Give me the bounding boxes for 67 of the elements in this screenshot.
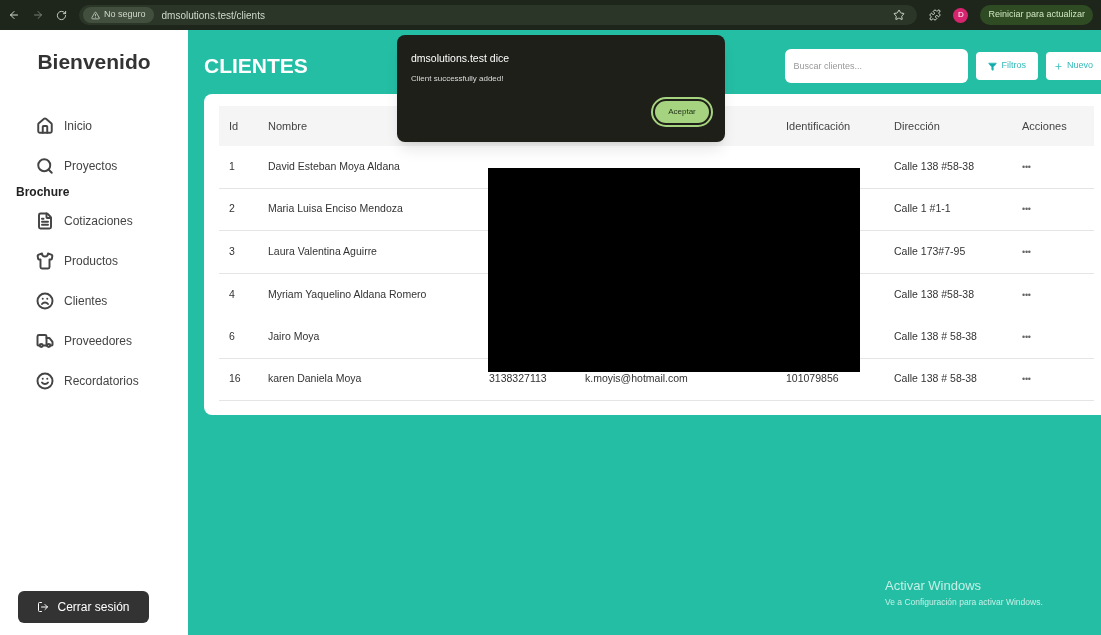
search-icon [36, 156, 54, 175]
back-icon[interactable] [8, 9, 20, 21]
table-cell: 16 [229, 372, 241, 385]
actions-menu-button[interactable]: ••• [1022, 373, 1031, 387]
profile-avatar[interactable]: D [953, 7, 969, 23]
table-cell: 101079856 [786, 372, 839, 385]
table-cell: 3 [229, 244, 235, 257]
nav-link[interactable]: Productos [18, 240, 119, 281]
actions-menu-button[interactable]: ••• [1022, 245, 1031, 260]
table-cell: 2 [229, 202, 235, 215]
nav-link[interactable]: Proyectos [18, 145, 118, 186]
column-header: Id [229, 119, 239, 132]
url-text: dmsolutions.test/clients [161, 8, 265, 23]
home-icon [36, 116, 54, 135]
update-button[interactable]: Reiniciar para actualizar [980, 5, 1093, 25]
table-cell: Calle 138 #58-38 [894, 159, 974, 172]
column-header: Dirección [894, 119, 940, 132]
dialog-message: Client successfully added! [411, 72, 505, 85]
table-cell: 4 [229, 287, 235, 300]
nav-link[interactable]: Clientes [18, 280, 108, 321]
document-icon [36, 211, 54, 230]
table-cell: Calle 138 # 58-38 [894, 329, 977, 342]
security-badge[interactable]: No seguro [83, 7, 154, 23]
nav-link[interactable]: Inicio [18, 105, 92, 146]
nav-link[interactable]: Cotizaciones [18, 200, 133, 241]
page-title: CLIENTES [204, 53, 308, 80]
bookmark-star-icon[interactable] [893, 9, 906, 21]
filter-icon [988, 61, 998, 71]
actions-menu-button[interactable]: ••• [1022, 203, 1031, 217]
actions-menu-button[interactable]: ••• [1022, 330, 1031, 345]
accept-button[interactable]: Aceptar [653, 99, 711, 125]
face-icon [36, 291, 54, 310]
actions-menu-button[interactable]: ••• [1022, 160, 1031, 175]
reload-icon[interactable] [56, 9, 67, 21]
plus-icon [1054, 61, 1063, 71]
column-header: Acciones [1022, 119, 1067, 132]
truck-icon [36, 331, 54, 350]
smiley-icon [36, 371, 54, 390]
address-bar[interactable]: No seguro dmsolutions.test/clients [79, 5, 918, 25]
table-cell: karen Daniela Moya [268, 372, 362, 385]
welcome-title: Bienvenido [37, 49, 151, 75]
table-cell: Calle 1 #1-1 [894, 202, 951, 215]
table-cell: Myriam Yaquelino Aldana Romero [268, 287, 427, 300]
table-cell: 1 [229, 159, 235, 172]
table-cell: k.moyis@hotmail.com [585, 372, 688, 385]
section-heading: Brochure [16, 183, 70, 201]
actions-menu-button[interactable]: ••• [1022, 288, 1031, 303]
nav-link[interactable]: Recordatorios [18, 360, 139, 401]
nav-link[interactable]: Proveedores [18, 320, 133, 361]
logout-icon [37, 601, 50, 613]
table-cell: Calle 138 # 58-38 [894, 372, 977, 385]
extensions-icon[interactable] [929, 9, 942, 21]
column-header: Nombre [268, 119, 308, 132]
table-cell: 6 [229, 329, 235, 342]
table-cell: Calle 173#7-95 [894, 244, 966, 257]
windows-activation-notice: Activar Windows Ve a Configuración para activar Windows. [885, 577, 1043, 609]
table-cell: 3138327113 [489, 372, 547, 385]
table-cell: Jairo Moya [268, 329, 320, 342]
column-header: Identificación [786, 119, 851, 132]
table-cell: David Esteban Moya Aldana [268, 159, 400, 172]
shirt-icon [36, 251, 54, 270]
logout-button[interactable]: Cerrar sesión [18, 591, 149, 623]
search-field[interactable]: Buscar clientes... [785, 49, 969, 83]
dialog-title: dmsolutions.test dice [411, 51, 511, 66]
table-cell: Laura Valentina Aguirre [268, 244, 377, 257]
table-cell: Calle 138 #58-38 [894, 287, 974, 300]
table-cell: Maria Luisa Enciso Mendoza [268, 202, 403, 215]
